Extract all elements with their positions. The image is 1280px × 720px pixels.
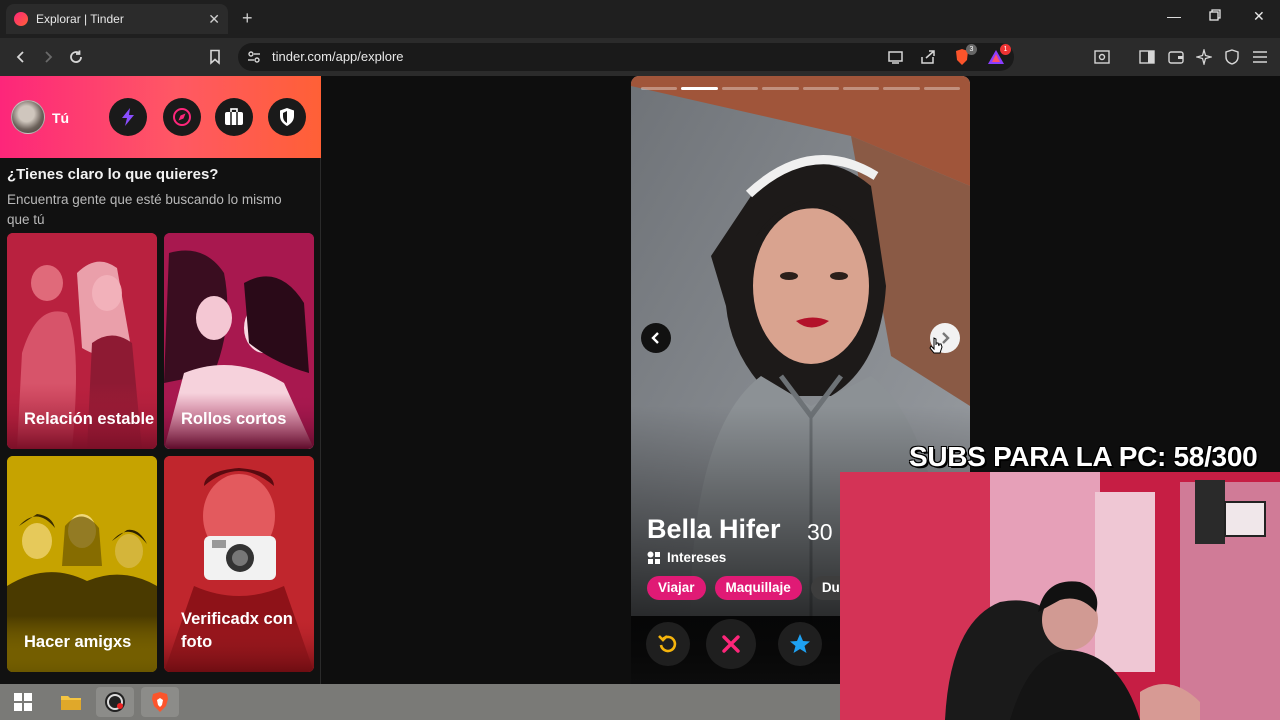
address-bar[interactable]: tinder.com/app/explore 3 1 [238, 43, 1014, 71]
webcam-overlay [840, 472, 1280, 720]
photo-progress-segment[interactable] [802, 87, 839, 90]
rewind-icon [658, 635, 677, 653]
interest-chips: Viajar Maquillaje Dul [647, 576, 855, 600]
photo-progress-segment[interactable] [641, 87, 678, 90]
obs-icon [105, 692, 125, 712]
photo-progress-bar [641, 87, 960, 90]
leo-ai-icon[interactable] [1194, 47, 1214, 67]
wallet-icon[interactable] [1166, 47, 1186, 67]
brave-logo-icon [152, 692, 168, 712]
lightning-icon [122, 108, 134, 126]
shields-count-badge: 3 [966, 44, 977, 55]
minimize-icon[interactable]: — [1167, 8, 1181, 24]
section-subtitle: Encuentra gente que esté buscando lo mis… [7, 192, 282, 227]
super-like-button[interactable] [778, 622, 822, 666]
restore-icon[interactable] [1209, 8, 1221, 24]
card-verificadx-con-foto[interactable]: Verificadx con foto [164, 456, 314, 672]
card-label: Hacer amigxs [24, 633, 132, 651]
card-relacion-estable[interactable]: Relación estable [7, 233, 157, 449]
tab-title: Explorar | Tinder [36, 12, 124, 26]
nope-button[interactable] [706, 619, 756, 669]
brave-shields-icon[interactable]: 3 [952, 44, 977, 67]
bookmark-icon[interactable] [205, 47, 225, 67]
cast-icon[interactable] [886, 47, 906, 67]
shield-icon [280, 108, 294, 126]
chevron-left-icon [651, 332, 659, 344]
menu-icon[interactable] [1250, 47, 1270, 67]
rewind-button[interactable] [646, 622, 690, 666]
webcam-feed [840, 472, 1280, 720]
explore-sidebar: Tú ¿Tienes claro lo que quieres? Encuent… [0, 76, 321, 684]
new-tab-button[interactable]: + [242, 8, 253, 29]
boost-button[interactable] [109, 98, 147, 136]
forward-icon[interactable] [38, 47, 58, 67]
obs-button[interactable] [96, 687, 134, 717]
briefcase-icon [225, 108, 243, 125]
close-tab-icon[interactable]: ✕ [208, 11, 220, 28]
sidebar-toggle-icon[interactable] [1137, 47, 1157, 67]
explore-button[interactable] [163, 98, 201, 136]
back-icon[interactable] [11, 47, 31, 67]
photo-progress-segment[interactable] [762, 87, 799, 90]
rewards-count-badge: 1 [1000, 44, 1011, 55]
close-window-icon[interactable]: ✕ [1253, 8, 1265, 25]
folder-icon [61, 696, 81, 710]
card-label: Relación estable [24, 410, 155, 428]
windows-taskbar [0, 684, 840, 720]
reload-icon[interactable] [66, 47, 86, 67]
screenshot-icon[interactable] [1092, 47, 1112, 67]
stream-subs-counter: SUBS PARA LA PC: 58/300 [909, 441, 1258, 472]
photo-progress-segment[interactable] [842, 87, 880, 90]
site-settings-icon[interactable] [244, 47, 264, 67]
tinder-favicon-icon [14, 12, 28, 26]
sidebar-header: Tú [0, 76, 321, 158]
card-label: Verificadx con foto [181, 610, 293, 651]
portfolio-button[interactable] [215, 98, 253, 136]
compass-icon [173, 108, 191, 126]
share-icon[interactable] [918, 47, 938, 67]
photo-progress-segment[interactable] [883, 87, 920, 90]
brave-rewards-icon[interactable]: 1 [986, 44, 1011, 67]
grid-icon [647, 551, 660, 564]
file-explorer-button[interactable] [52, 687, 90, 717]
section-title: ¿Tienes claro lo que quieres? [7, 166, 219, 183]
interests-header: Intereses [647, 550, 726, 565]
close-icon [722, 635, 740, 653]
vpn-shield-icon[interactable] [1222, 47, 1242, 67]
url-text[interactable]: tinder.com/app/explore [272, 49, 404, 64]
card-hacer-amigxs[interactable]: Hacer amigxs [7, 456, 157, 672]
profile-label[interactable]: Tú [52, 110, 69, 126]
card-rollos-cortos[interactable]: Rollos cortos [164, 233, 314, 449]
browser-tab[interactable]: Explorar | Tinder ✕ [6, 4, 228, 34]
brave-browser-button[interactable] [141, 687, 179, 717]
start-button[interactable] [4, 687, 42, 717]
photo-progress-segment[interactable] [681, 87, 718, 90]
interests-label: Intereses [667, 550, 727, 565]
profile-name: Bella Hifer [647, 514, 781, 544]
interest-chip: Maquillaje [714, 576, 802, 600]
browser-toolbar: tinder.com/app/explore 3 1 [0, 38, 1280, 76]
photo-progress-segment[interactable] [721, 87, 759, 90]
mouse-cursor-icon [928, 336, 944, 363]
safety-button[interactable] [268, 98, 306, 136]
photo-progress-segment[interactable] [923, 87, 960, 90]
star-icon [790, 634, 810, 653]
card-label: Rollos cortos [181, 410, 287, 428]
browser-tabstrip: Explorar | Tinder ✕ + — ✕ [0, 0, 1280, 38]
windows-logo-icon [14, 693, 32, 711]
avatar[interactable] [11, 100, 45, 134]
previous-photo-button[interactable] [641, 323, 671, 353]
profile-age: 30 [807, 519, 833, 545]
interest-chip: Viajar [647, 576, 706, 600]
